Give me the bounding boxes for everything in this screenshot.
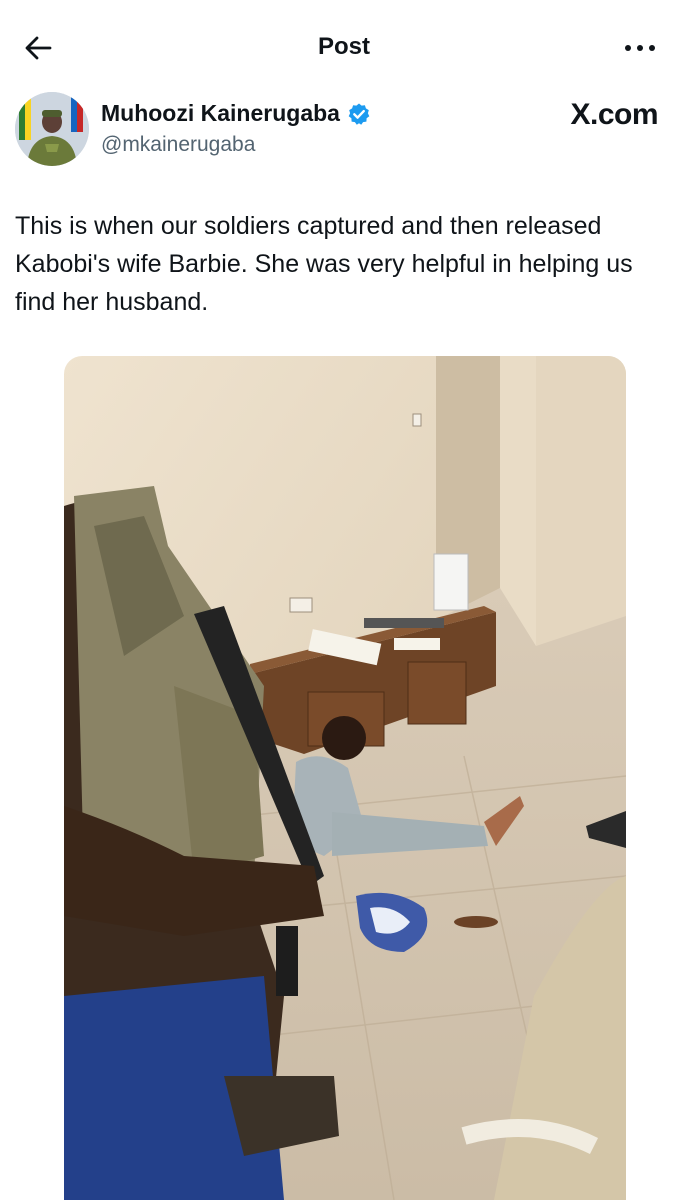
author-name-text: Muhoozi Kainerugaba xyxy=(101,100,340,126)
author-name[interactable]: Muhoozi Kainerugaba xyxy=(101,100,371,127)
photo-scene xyxy=(64,356,626,1200)
top-bar: Post xyxy=(0,0,688,92)
x-watermark: X.com xyxy=(570,98,658,131)
post-text: This is when our soldiers captured and t… xyxy=(15,212,633,316)
avatar-image xyxy=(15,92,89,166)
post-photo[interactable] xyxy=(64,356,626,1200)
more-horizontal-icon xyxy=(625,45,631,51)
more-options-button[interactable] xyxy=(618,34,662,62)
verified-badge-icon xyxy=(348,103,370,125)
avatar[interactable] xyxy=(15,92,89,166)
author-handle[interactable]: @mkainerugaba xyxy=(101,133,255,157)
page-title: Post xyxy=(317,33,370,60)
